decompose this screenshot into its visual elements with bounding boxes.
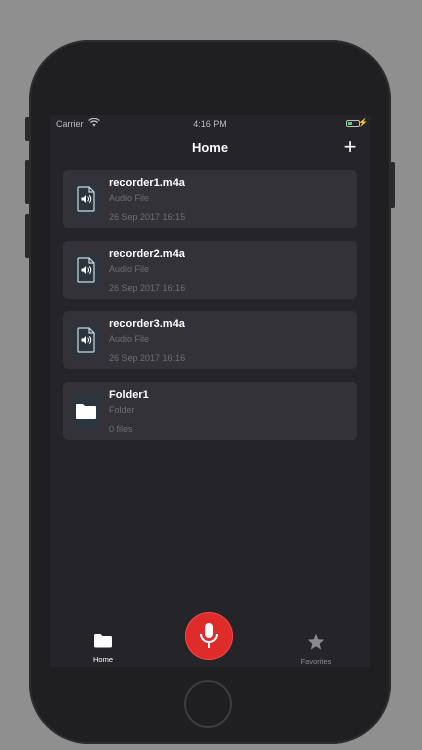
- file-item[interactable]: recorder1.m4a Audio File 26 Sep 2017 16:15: [63, 170, 357, 228]
- battery-level: [348, 122, 352, 125]
- audio-file-icon: [73, 253, 99, 286]
- item-type: Audio File: [109, 263, 150, 274]
- add-button[interactable]: +: [338, 136, 362, 160]
- tab-home-label: Home: [92, 655, 113, 664]
- tab-favorites[interactable]: Favorites: [276, 633, 356, 666]
- volume-up-button: [25, 160, 30, 204]
- volume-down-button: [25, 214, 30, 258]
- microphone-icon: [200, 623, 218, 648]
- navigation-bar: Home +: [50, 133, 370, 163]
- item-meta: 26 Sep 2017 16:16: [109, 353, 186, 363]
- item-name: recorder3.m4a: [109, 318, 185, 330]
- item-type: Audio File: [109, 334, 150, 344]
- item-type: Folder: [109, 404, 135, 415]
- charging-icon: ⚡: [358, 118, 368, 127]
- item-name: recorder1.m4a: [109, 177, 185, 189]
- file-list: recorder1.m4a Audio File 26 Sep 2017 16:15…: [63, 170, 357, 452]
- page-title: Home: [191, 140, 229, 155]
- folder-item[interactable]: Folder1 Folder 0 files: [63, 381, 357, 440]
- tab-favorites-label: Favorites: [300, 657, 332, 666]
- app-screen: Carrier 4:16 PM ⚡ Home + recorder1.m4a Au…: [50, 115, 370, 667]
- item-meta: 26 Sep 2017 16:15: [109, 212, 186, 222]
- tab-home[interactable]: Home: [63, 633, 143, 664]
- item-name: recorder2.m4a: [109, 247, 185, 260]
- folder-icon: [94, 634, 112, 648]
- item-meta: 0 files: [109, 423, 133, 434]
- clock: 4:16 PM: [193, 119, 227, 129]
- item-type: Audio File: [109, 193, 150, 203]
- status-bar: Carrier 4:16 PM ⚡: [50, 115, 370, 133]
- folder-icon: [73, 394, 99, 427]
- audio-file-icon: [73, 324, 99, 356]
- file-item[interactable]: recorder3.m4a Audio File 26 Sep 2017 16:16: [63, 311, 357, 369]
- item-meta: 26 Sep 2017 16:16: [109, 282, 186, 293]
- record-button[interactable]: [185, 612, 233, 660]
- audio-file-icon: [73, 183, 99, 215]
- item-name: Folder1: [109, 388, 149, 401]
- home-button[interactable]: [184, 680, 232, 728]
- mute-switch: [25, 117, 30, 141]
- star-icon: [307, 633, 325, 650]
- power-button: [390, 162, 395, 208]
- file-item[interactable]: recorder2.m4a Audio File 26 Sep 2017 16:16: [63, 240, 357, 299]
